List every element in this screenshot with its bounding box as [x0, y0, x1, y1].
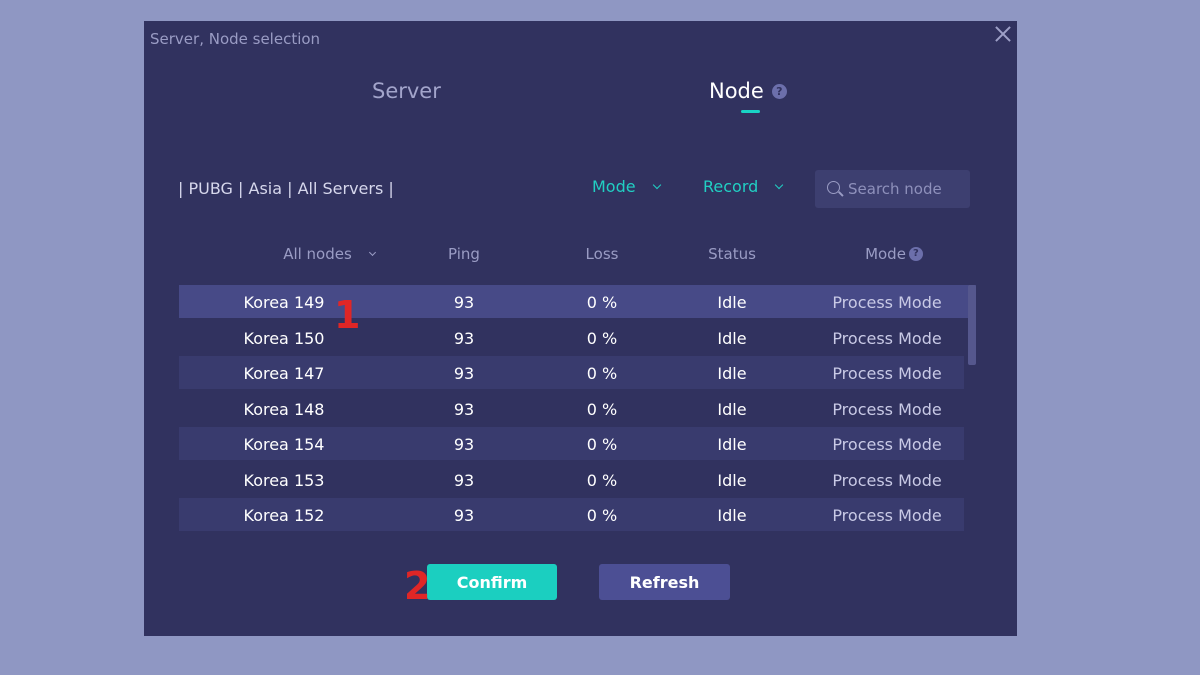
node-mode: Process Mode: [832, 293, 942, 312]
node-selection-dialog: Server, Node selection Server Node ? | P…: [144, 21, 1017, 636]
node-mode: Process Mode: [832, 506, 942, 525]
annotation-marker-2: 2: [404, 564, 431, 608]
annotation-marker-1: 1: [334, 293, 361, 337]
table-header: All nodes Ping Loss Status Mode ?: [144, 245, 1017, 265]
node-status: Idle: [717, 435, 747, 454]
node-name: Korea 152: [243, 506, 325, 525]
node-status: Idle: [717, 293, 747, 312]
node-mode: Process Mode: [832, 470, 942, 490]
node-mode: Process Mode: [832, 328, 942, 348]
node-status: Idle: [717, 506, 747, 525]
header-mode-label: Mode: [865, 245, 906, 263]
node-mode: Process Mode: [832, 399, 942, 419]
table-row[interactable]: Korea 152 93 0 % Idle Process Mode: [179, 498, 964, 531]
node-mode: Process Mode: [832, 364, 942, 383]
chevron-down-icon: [652, 180, 661, 189]
tab-node[interactable]: Node ?: [709, 79, 787, 103]
record-dropdown-label: Record: [703, 177, 759, 196]
node-name: Korea 150: [243, 328, 325, 348]
tab-node-label: Node: [709, 79, 764, 103]
table-row[interactable]: Korea 147 93 0 % Idle Process Mode: [179, 356, 964, 389]
search-box[interactable]: [815, 170, 970, 208]
node-loss: 0 %: [586, 470, 618, 490]
sort-all-nodes[interactable]: All nodes: [234, 245, 424, 263]
node-name: Korea 147: [243, 364, 325, 383]
node-status: Idle: [717, 470, 747, 490]
node-status: Idle: [717, 399, 747, 419]
table-row[interactable]: Korea 153 93 0 % Idle Process Mode: [179, 463, 964, 496]
node-ping: 93: [453, 364, 475, 383]
node-name: Korea 148: [243, 399, 325, 419]
node-loss: 0 %: [586, 364, 618, 383]
refresh-button[interactable]: Refresh: [599, 564, 730, 600]
table-row[interactable]: Korea 154 93 0 % Idle Process Mode: [179, 427, 964, 460]
header-loss: Loss: [585, 245, 619, 263]
node-loss: 0 %: [586, 399, 618, 419]
help-icon[interactable]: ?: [908, 247, 923, 261]
active-tab-indicator: [741, 110, 760, 113]
search-icon: [826, 180, 844, 198]
table-row[interactable]: Korea 148 93 0 % Idle Process Mode: [179, 392, 964, 425]
node-loss: 0 %: [586, 293, 618, 312]
mode-dropdown[interactable]: Mode: [592, 177, 661, 196]
node-ping: 93: [453, 470, 475, 490]
node-name: Korea 149: [243, 293, 325, 312]
close-icon[interactable]: [992, 23, 1014, 45]
node-ping: 93: [453, 506, 475, 525]
node-status: Idle: [717, 328, 747, 348]
tab-server[interactable]: Server: [372, 79, 441, 103]
scrollbar[interactable]: [968, 285, 976, 365]
mode-dropdown-label: Mode: [592, 177, 636, 196]
confirm-button[interactable]: Confirm: [427, 564, 557, 600]
help-icon[interactable]: ?: [771, 83, 787, 99]
node-ping: 93: [453, 293, 475, 312]
table-row[interactable]: Korea 150 93 0 % Idle Process Mode: [179, 321, 964, 354]
node-mode: Process Mode: [832, 435, 942, 454]
node-name: Korea 153: [243, 470, 325, 490]
chevron-down-icon: [368, 248, 376, 256]
tab-server-label: Server: [372, 79, 441, 103]
header-ping: Ping: [448, 245, 480, 263]
chevron-down-icon: [775, 180, 784, 189]
node-status: Idle: [717, 364, 747, 383]
record-dropdown[interactable]: Record: [703, 177, 784, 196]
node-ping: 93: [453, 328, 475, 348]
node-loss: 0 %: [586, 328, 618, 348]
node-ping: 93: [453, 399, 475, 419]
node-ping: 93: [453, 435, 475, 454]
table-row[interactable]: Korea 149 93 0 % Idle Process Mode: [179, 285, 976, 318]
node-loss: 0 %: [586, 506, 618, 525]
search-input[interactable]: [848, 180, 968, 198]
breadcrumb: | PUBG | Asia | All Servers |: [178, 179, 394, 198]
header-all-nodes: All nodes: [283, 245, 352, 263]
node-loss: 0 %: [586, 435, 618, 454]
header-status: Status: [708, 245, 756, 263]
node-list: Korea 149 93 0 % Idle Process Mode Korea…: [179, 285, 976, 531]
header-mode: Mode ?: [834, 245, 954, 263]
dialog-title: Server, Node selection: [150, 30, 321, 48]
node-name: Korea 154: [243, 435, 325, 454]
